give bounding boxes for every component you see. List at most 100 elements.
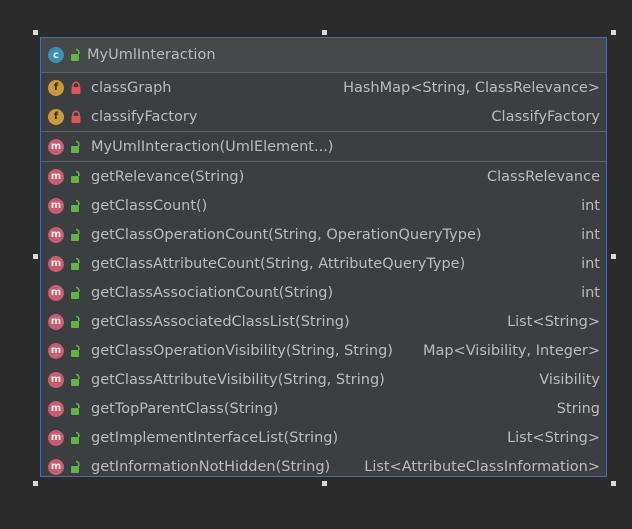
method-icon: m bbox=[48, 138, 64, 155]
member-name: classifyFactory bbox=[91, 108, 198, 125]
unlocked-padlock-icon bbox=[70, 170, 82, 184]
member-name: getImplementInterfaceList(String) bbox=[91, 429, 339, 446]
method-icon: m bbox=[48, 400, 64, 417]
field-row[interactable]: f classGraph HashMap<String, ClassRelevanc… bbox=[41, 73, 606, 102]
method-row-icons: m bbox=[48, 313, 82, 330]
field-icon: f bbox=[48, 79, 64, 96]
member-type: List<String> bbox=[507, 313, 600, 330]
resize-handle-middle-right[interactable] bbox=[611, 254, 616, 259]
member-name: MyUmlInteraction(UmlElement...) bbox=[91, 138, 334, 155]
method-row-icons: m bbox=[48, 400, 82, 417]
member-name: getClassOperationCount(String, Operation… bbox=[91, 226, 482, 243]
locked-padlock-icon bbox=[70, 81, 82, 95]
field-row-icons: f bbox=[48, 108, 82, 125]
method-row[interactable]: m getClassOperationVisibility(String, Str… bbox=[41, 336, 606, 365]
method-row[interactable]: m getInformationNotHidden(String) List<Att… bbox=[41, 452, 606, 481]
member-type: ClassRelevance bbox=[487, 168, 600, 185]
unlocked-padlock-icon bbox=[70, 257, 82, 271]
field-row[interactable]: f classifyFactory ClassifyFactory bbox=[41, 102, 606, 131]
resize-handle-bottom-left[interactable] bbox=[33, 481, 38, 486]
resize-handle-bottom-right[interactable] bbox=[611, 481, 616, 486]
method-icon: m bbox=[48, 342, 64, 359]
method-row-icons: m bbox=[48, 429, 82, 446]
method-row-icons: m bbox=[48, 458, 82, 475]
method-row-icons: m bbox=[48, 197, 82, 214]
method-row-icons: m bbox=[48, 284, 82, 301]
method-row[interactable]: m getRelevance(String) ClassRelevance bbox=[41, 162, 606, 191]
unlocked-padlock-icon bbox=[70, 373, 82, 387]
method-row-icons: m bbox=[48, 342, 82, 359]
method-row-icons: m bbox=[48, 226, 82, 243]
uml-class-node[interactable]: c MyUmlInteraction f classGraph HashMap<St… bbox=[40, 37, 607, 477]
resize-handle-top-left[interactable] bbox=[33, 30, 38, 35]
method-row[interactable]: m getTopParentClass(String) String bbox=[41, 394, 606, 423]
method-row[interactable]: m getClassAttributeVisibility(String, Str… bbox=[41, 365, 606, 394]
unlocked-padlock-icon bbox=[70, 460, 82, 474]
method-icon: m bbox=[48, 284, 64, 301]
method-icon: m bbox=[48, 458, 64, 475]
constructor-row-icons: m bbox=[48, 138, 82, 155]
member-type: String bbox=[556, 400, 600, 417]
member-type: int bbox=[581, 255, 600, 272]
method-icon: m bbox=[48, 371, 64, 388]
method-icon: m bbox=[48, 197, 64, 214]
field-row-icons: f bbox=[48, 79, 82, 96]
method-row[interactable]: m getClassOperationCount(String, Operatio… bbox=[41, 220, 606, 249]
unlocked-padlock-icon bbox=[70, 286, 82, 300]
member-name: getClassAssociatedClassList(String) bbox=[91, 313, 350, 330]
member-type: int bbox=[581, 226, 600, 243]
member-type: List<AttributeClassInformation> bbox=[364, 458, 600, 475]
method-row-icons: m bbox=[48, 371, 82, 388]
member-type: int bbox=[581, 197, 600, 214]
member-name: getClassAttributeCount(String, Attribute… bbox=[91, 255, 466, 272]
method-icon: m bbox=[48, 313, 64, 330]
unlocked-padlock-icon bbox=[70, 48, 82, 62]
method-icon: m bbox=[48, 226, 64, 243]
locked-padlock-icon bbox=[70, 110, 82, 124]
method-row-icons: m bbox=[48, 168, 82, 185]
fields-section: f classGraph HashMap<String, ClassRelevanc… bbox=[41, 73, 606, 132]
method-row[interactable]: m getClassCount() int bbox=[41, 191, 606, 220]
class-header-icons: c bbox=[41, 47, 82, 63]
unlocked-padlock-icon bbox=[70, 199, 82, 213]
member-name: getClassAttributeVisibility(String, Stri… bbox=[91, 371, 385, 388]
resize-handle-top-center[interactable] bbox=[322, 30, 327, 35]
unlocked-padlock-icon bbox=[70, 402, 82, 416]
resize-handle-middle-left[interactable] bbox=[33, 254, 38, 259]
member-name: getClassCount() bbox=[91, 197, 208, 214]
method-icon: m bbox=[48, 255, 64, 272]
member-type: Visibility bbox=[539, 371, 600, 388]
constructor-row[interactable]: m MyUmlInteraction(UmlElement...) bbox=[41, 132, 606, 161]
method-icon: m bbox=[48, 168, 64, 185]
member-type: List<String> bbox=[507, 429, 600, 446]
member-type: ClassifyFactory bbox=[491, 108, 600, 125]
method-icon: m bbox=[48, 429, 64, 446]
member-name: classGraph bbox=[91, 79, 172, 96]
unlocked-padlock-icon bbox=[70, 228, 82, 242]
class-name: MyUmlInteraction bbox=[87, 47, 216, 63]
class-icon: c bbox=[48, 47, 64, 63]
member-name: getInformationNotHidden(String) bbox=[91, 458, 331, 475]
unlocked-padlock-icon bbox=[70, 344, 82, 358]
constructors-section: m MyUmlInteraction(UmlElement...) bbox=[41, 132, 606, 162]
unlocked-padlock-icon bbox=[70, 431, 82, 445]
member-name: getRelevance(String) bbox=[91, 168, 245, 185]
resize-handle-top-right[interactable] bbox=[611, 30, 616, 35]
unlocked-padlock-icon bbox=[70, 315, 82, 329]
method-row[interactable]: m getClassAssociationCount(String) int bbox=[41, 278, 606, 307]
member-name: getTopParentClass(String) bbox=[91, 400, 279, 417]
method-row[interactable]: m getClassAssociatedClassList(String) List… bbox=[41, 307, 606, 336]
method-row[interactable]: m getImplementInterfaceList(String) List<S… bbox=[41, 423, 606, 452]
member-name: getClassAssociationCount(String) bbox=[91, 284, 334, 301]
method-row-icons: m bbox=[48, 255, 82, 272]
methods-section: m getRelevance(String) ClassRelevance m getC… bbox=[41, 162, 606, 481]
unlocked-padlock-icon bbox=[70, 140, 82, 154]
method-row[interactable]: m getClassAttributeCount(String, Attribut… bbox=[41, 249, 606, 278]
member-type: int bbox=[581, 284, 600, 301]
member-type: HashMap<String, ClassRelevance> bbox=[343, 79, 600, 96]
field-icon: f bbox=[48, 108, 64, 125]
member-name: getClassOperationVisibility(String, Stri… bbox=[91, 342, 393, 359]
resize-handle-bottom-center[interactable] bbox=[322, 481, 327, 486]
class-header[interactable]: c MyUmlInteraction bbox=[41, 38, 606, 73]
member-type: Map<Visibility, Integer> bbox=[422, 342, 600, 359]
